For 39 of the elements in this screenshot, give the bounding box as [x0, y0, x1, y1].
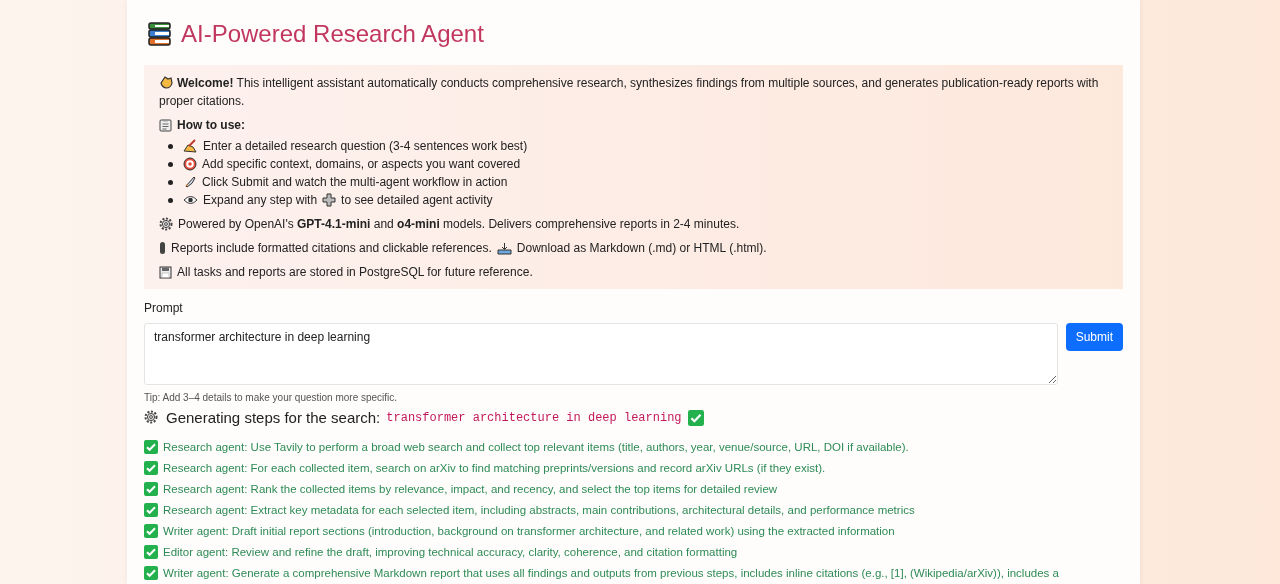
prompt-label: Prompt	[144, 301, 184, 315]
step-text: Writer agent: Generate a comprehensive Markdown report that uses all findings and outputs from previous steps, includes inline citations (e.g., [1], (Wikipedia/arXiv)), includes a	[163, 566, 1059, 579]
prompt-field[interactable]: transformer architecture in deep learning	[144, 323, 1058, 385]
step-text: Writer agent: Draft initial report sections (introduction, background on transformer architecture, and related work) using the extracted information	[163, 524, 895, 537]
powered-text: Powered by OpenAI's GPT-4.1-mini and o4-mini models. Delivers comprehensive reports in 2-4 minutes.	[178, 216, 740, 233]
gear-icon	[144, 409, 160, 426]
eye-icon	[183, 195, 198, 205]
step-text: Research agent: Rank the collected items by relevance, impact, and recency, and select the top items for detailed review	[163, 482, 778, 495]
bullet	[168, 198, 173, 203]
step-text: Research agent: For each collected item, search on arXiv to find matching preprints/versions and record arXiv URLs (if they exist).	[163, 461, 826, 474]
step-text: Research agent: Use Tavily to perform a broad web search and collect top relevant items (title, authors, year, venue/source, URL, DOI if available).	[163, 440, 909, 453]
submit-button[interactable]: Submit	[1065, 323, 1123, 351]
instruction-text: to see detailed agent activity	[341, 192, 493, 209]
plus-icon	[322, 193, 337, 207]
step-text: Research agent: Extract key metadata for each selected item, including abstracts, main contributions, architectural details, and performance metrics	[163, 503, 915, 516]
tip-text: Tip: Add 3–4 details to make your question more specific.	[144, 392, 399, 403]
page-title: AI-Powered Research Agent	[181, 20, 484, 48]
download-text: Download as Markdown (.md) or HTML (.html).	[516, 240, 767, 257]
instruction-text: Expand any step with	[203, 192, 318, 209]
clipboard-icon	[159, 118, 172, 132]
step-text: Editor agent: Review and refine the draft, improving technical accuracy, clarity, coherence, and citation formatting	[163, 545, 738, 558]
storage-text: All tasks and reports are stored in PostgreSQL for future reference.	[177, 264, 533, 281]
target-icon	[183, 157, 197, 171]
paperclip-icon	[159, 241, 166, 255]
writing-hand-icon	[183, 139, 198, 153]
instruction-text: Click Submit and watch the multi-agent workflow in action	[202, 174, 508, 191]
welcome-text: Welcome! This intelligent assistant automatically conducts comprehensive research, synthesizes findings from multiple sources, and generates publication-ready reports with proper citations.	[159, 74, 1100, 110]
download-tray-icon	[496, 241, 512, 255]
bullet	[168, 180, 173, 185]
reports-text: Reports include formatted citations and clickable references.	[171, 240, 492, 257]
instruction-text: Enter a detailed research question (3-4 sentences work best)	[203, 138, 528, 155]
steps-heading: Generating steps for the search:	[166, 409, 381, 426]
instruction-text: Add specific context, domains, or aspects you want covered	[202, 156, 521, 173]
bullet	[168, 162, 173, 167]
bullet	[168, 144, 173, 149]
how-to-title: How to use:	[177, 117, 245, 134]
gear-icon	[159, 217, 173, 231]
books-icon	[147, 21, 173, 47]
search-query: transformer architecture in deep learning	[386, 410, 682, 425]
